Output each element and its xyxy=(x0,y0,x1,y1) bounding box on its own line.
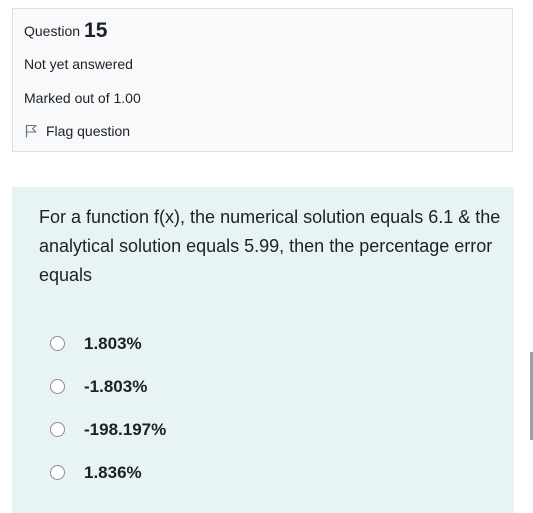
answer-option[interactable]: -198.197% xyxy=(50,408,166,451)
flag-question-label: Flag question xyxy=(46,123,131,139)
answer-option[interactable]: 1.836% xyxy=(50,451,166,494)
radio-button[interactable] xyxy=(50,379,65,394)
question-number: 15 xyxy=(84,19,108,42)
question-info-panel: Question 15 Not yet answered Marked out o… xyxy=(12,8,513,152)
answer-option-label: -1.803% xyxy=(84,376,148,396)
answer-option[interactable]: -1.803% xyxy=(50,365,166,408)
radio-button[interactable] xyxy=(50,422,65,437)
radio-button[interactable] xyxy=(50,465,65,480)
question-content-panel: For a function f(x), the numerical solut… xyxy=(12,187,514,513)
flag-icon xyxy=(25,124,37,138)
answer-option[interactable]: 1.803% xyxy=(50,322,166,365)
question-prefix: Question xyxy=(24,23,81,39)
answer-option-label: 1.803% xyxy=(84,333,142,353)
question-grade: Marked out of 1.00 xyxy=(24,90,141,106)
quiz-page: Question 15 Not yet answered Marked out o… xyxy=(0,0,533,513)
question-text: For a function f(x), the numerical solut… xyxy=(39,207,501,285)
answer-option-label: 1.836% xyxy=(84,462,142,482)
question-heading: Question 15 xyxy=(24,19,107,43)
radio-button[interactable] xyxy=(50,336,65,351)
answer-option-label: -198.197% xyxy=(84,419,167,439)
question-state: Not yet answered xyxy=(24,56,133,72)
answer-options: 1.803% -1.803% -198.197% 1.836% xyxy=(50,322,166,494)
flag-question-link[interactable]: Flag question xyxy=(24,123,130,139)
